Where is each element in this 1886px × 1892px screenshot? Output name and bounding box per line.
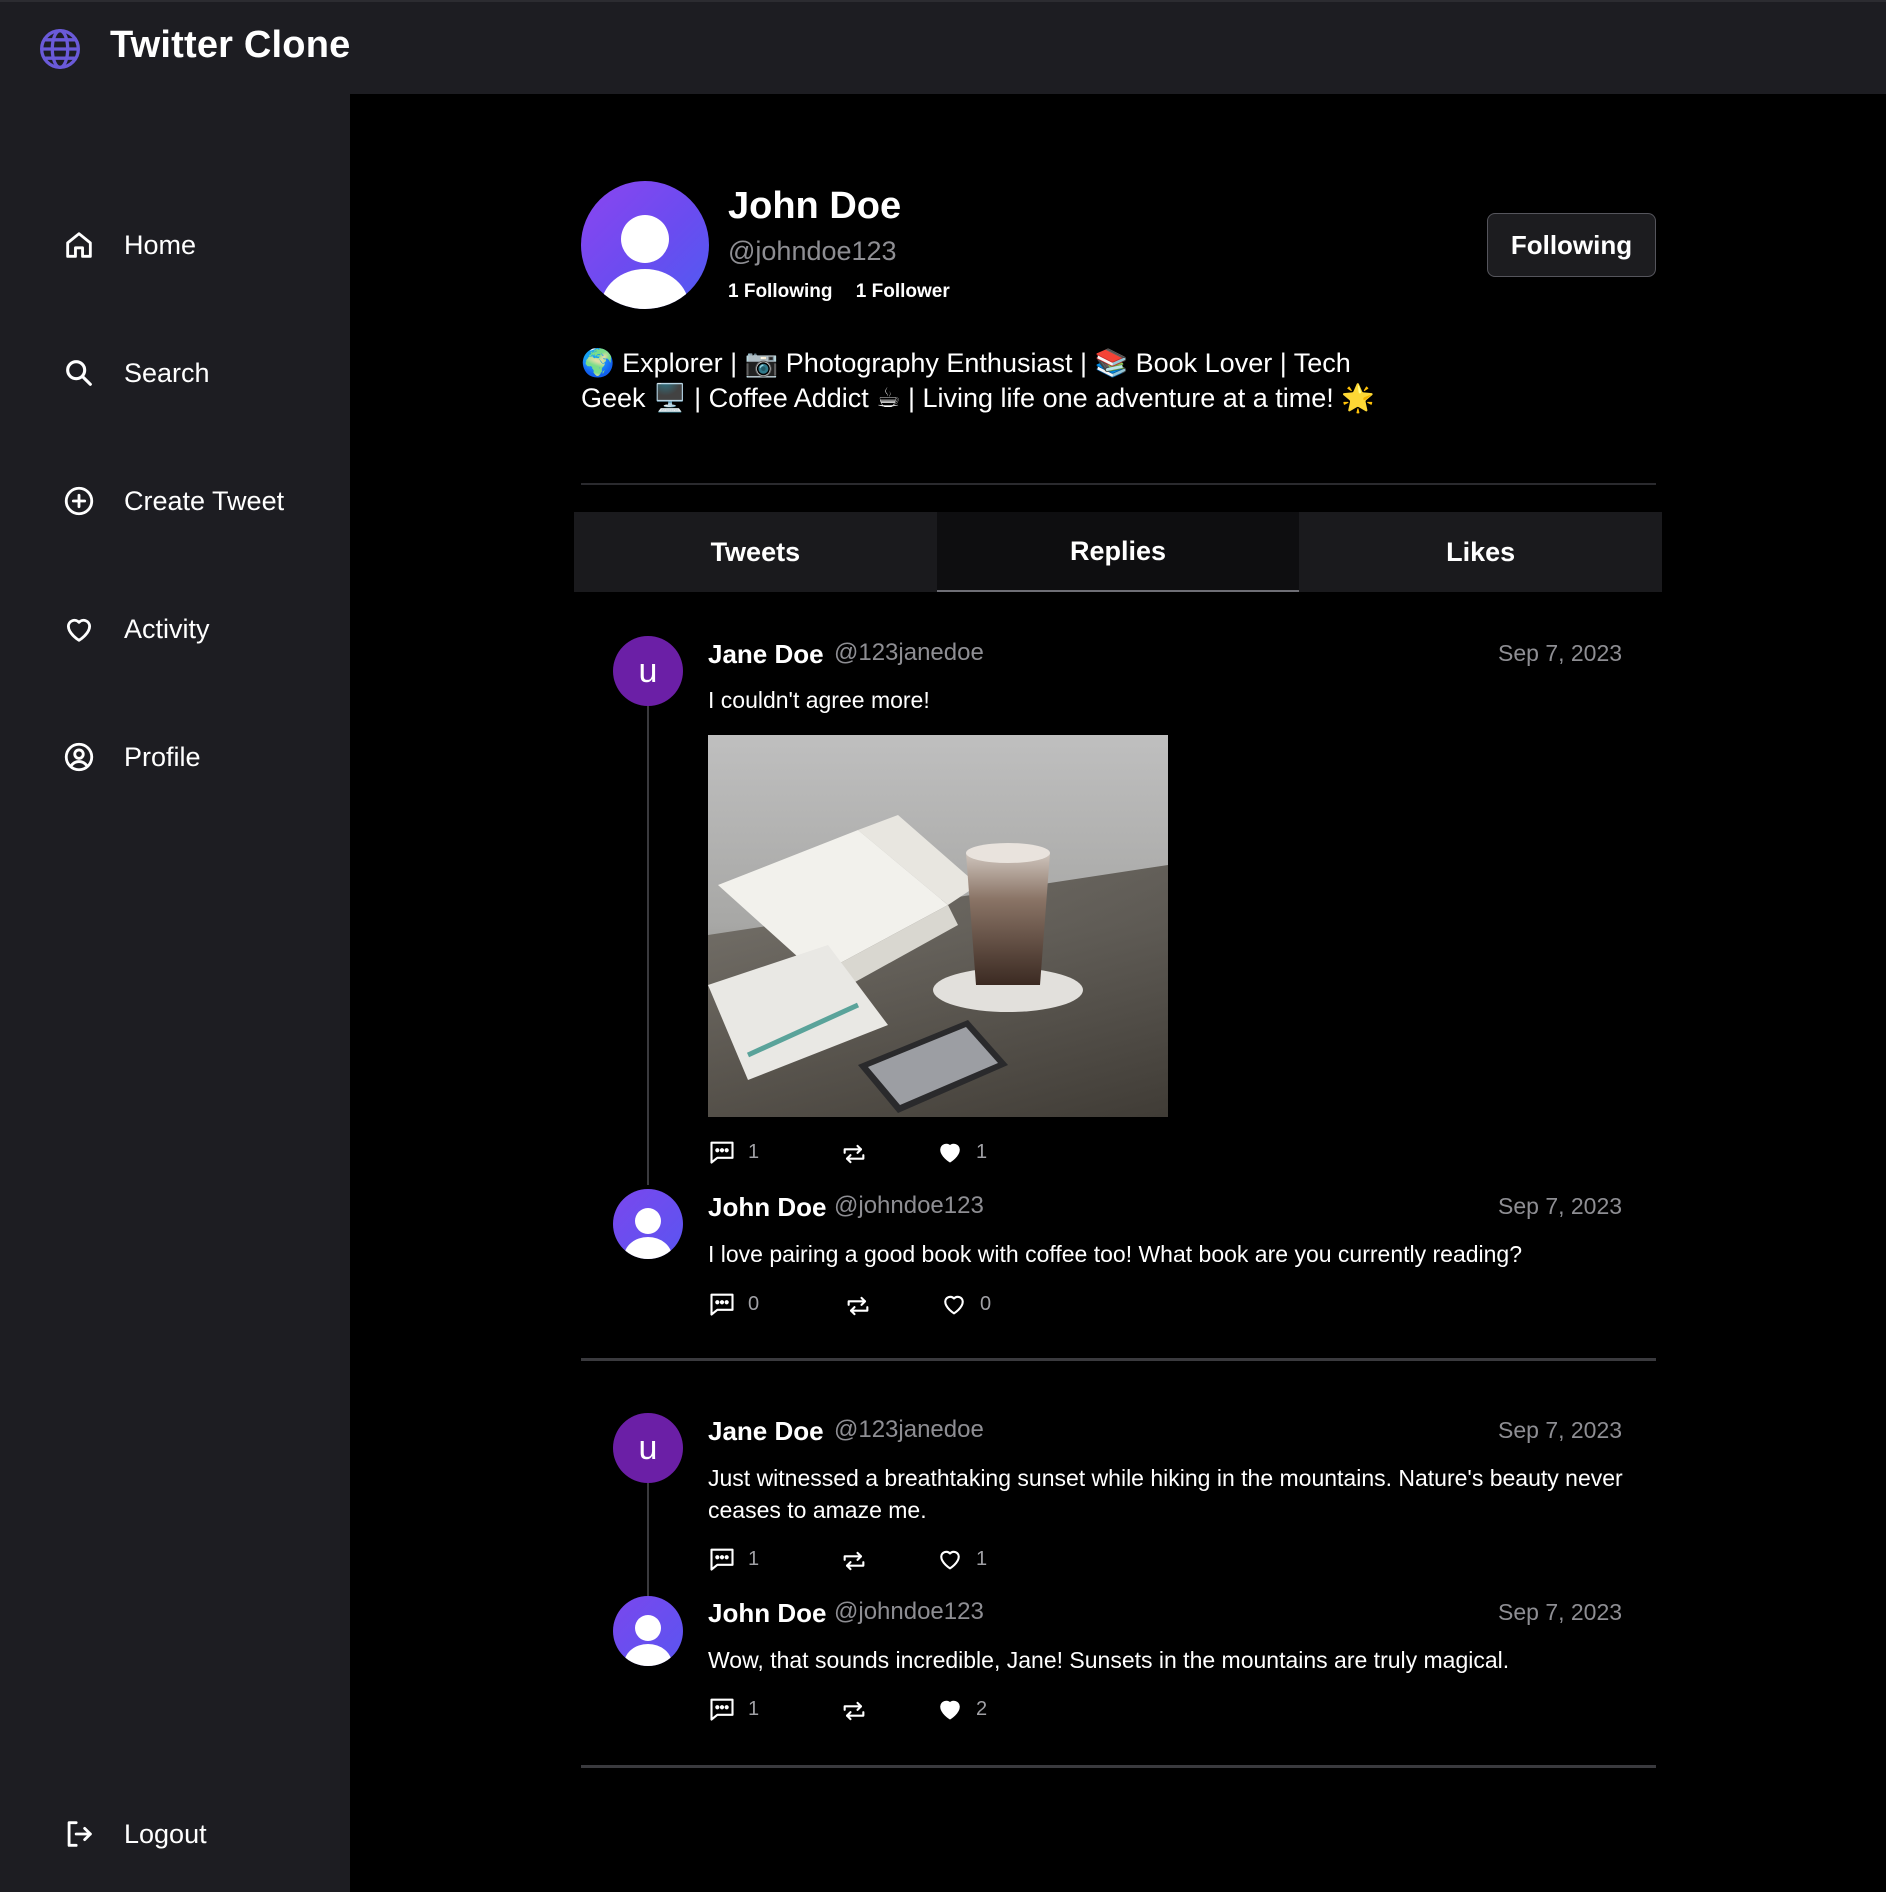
reply-author-handle[interactable]: @johndoe123: [834, 1192, 984, 1220]
following-count[interactable]: 1 Following: [728, 281, 833, 302]
heart-filled-icon: [940, 1700, 960, 1720]
reply-author-name[interactable]: John Doe: [708, 1598, 826, 1629]
app-title[interactable]: Twitter Clone: [110, 24, 350, 67]
user-avatar-icon: [601, 215, 689, 309]
tweet-date: Sep 7, 2023: [1498, 640, 1623, 666]
top-bar: Twitter Clone: [0, 0, 1886, 94]
divider: [581, 1765, 1656, 1768]
reply-action[interactable]: 1: [708, 1545, 759, 1573]
reply-text: Wow, that sounds incredible, Jane! Sunse…: [708, 1647, 1510, 1673]
sidebar-item-label: Activity: [124, 613, 210, 644]
tweet-author-handle[interactable]: @123janedoe: [834, 1416, 984, 1444]
reply-count: 1: [748, 1547, 760, 1570]
search-icon: [66, 360, 92, 386]
plus-circle-icon: [64, 486, 94, 516]
sidebar-item-activity[interactable]: Activity: [62, 609, 210, 649]
comment-icon: [710, 1141, 734, 1164]
bio-line: 🌍 Explorer | 📷 Photography Enthusiast | …: [581, 348, 1351, 378]
logout-icon: [67, 1821, 92, 1847]
reply-action[interactable]: 1: [708, 1138, 759, 1166]
avatar[interactable]: u: [613, 636, 683, 706]
profile-tabs: Tweets Replies Likes: [574, 512, 1662, 592]
thread-line: [647, 1482, 649, 1597]
reply-count: 1: [748, 1140, 760, 1163]
like-count: 1: [976, 1547, 988, 1570]
tweet-author-handle[interactable]: @123janedoe: [834, 639, 984, 667]
reply-count: 0: [748, 1292, 760, 1315]
user-circle-icon: [64, 742, 94, 772]
retweet-action[interactable]: [844, 1292, 872, 1320]
like-count: 1: [976, 1140, 988, 1163]
like-action[interactable]: 0: [940, 1290, 991, 1318]
comment-icon: [710, 1698, 734, 1721]
followers-count[interactable]: 1 Follower: [856, 281, 950, 302]
home-icon: [66, 232, 92, 258]
profile-name: John Doe: [728, 185, 902, 227]
like-count: 2: [976, 1697, 988, 1720]
profile-bio: 🌍 Explorer | 📷 Photography Enthusiast | …: [581, 346, 1401, 416]
tweet-text: Just witnessed a breathtaking sunset whi…: [708, 1465, 1623, 1523]
tweet-author-name[interactable]: Jane Doe: [708, 1416, 824, 1447]
profile-stats: 1 Following 1 Follower: [728, 281, 950, 303]
thread-line: [647, 705, 649, 1185]
profile-handle: @johndoe123: [728, 236, 897, 266]
tweet-image[interactable]: [708, 735, 1168, 1117]
tweet-text: I couldn't agree more!: [708, 687, 930, 713]
reply-date: Sep 7, 2023: [1498, 1193, 1623, 1219]
globe-icon[interactable]: [38, 27, 82, 71]
user-avatar-icon: [624, 1615, 672, 1666]
logout-button[interactable]: Logout: [62, 1814, 207, 1854]
sidebar-item-profile[interactable]: Profile: [62, 737, 201, 777]
retweet-action[interactable]: [840, 1547, 868, 1575]
sidebar-item-label: Create Tweet: [124, 485, 285, 516]
sidebar-item-label: Search: [124, 357, 210, 388]
tab-likes[interactable]: Likes: [1299, 512, 1662, 592]
like-count: 0: [980, 1292, 992, 1315]
sidebar-item-label: Home: [124, 229, 197, 260]
reply-action[interactable]: 0: [708, 1290, 759, 1318]
like-action[interactable]: 1: [936, 1545, 987, 1573]
heart-filled-icon: [940, 1143, 960, 1163]
retweet-icon: [843, 1701, 865, 1721]
divider: [581, 483, 1656, 485]
like-action[interactable]: 2: [936, 1695, 987, 1723]
coffee-book-photo: [708, 735, 1168, 1117]
following-button[interactable]: Following: [1487, 213, 1656, 277]
tweet-date: Sep 7, 2023: [1498, 1417, 1623, 1443]
retweet-icon: [843, 1144, 865, 1164]
bio-line: Geek 🖥️ | Coffee Addict ☕ | Living life …: [581, 383, 1375, 413]
retweet-action[interactable]: [840, 1140, 868, 1168]
sidebar-item-label: Profile: [124, 741, 201, 772]
divider: [581, 1358, 1656, 1361]
comment-icon: [710, 1293, 734, 1316]
retweet-icon: [847, 1296, 869, 1316]
reply-author-name[interactable]: John Doe: [708, 1192, 826, 1223]
avatar[interactable]: [613, 1189, 683, 1259]
user-avatar-icon: [624, 1208, 672, 1259]
avatar[interactable]: u: [613, 1413, 683, 1483]
comment-icon: [710, 1548, 734, 1571]
reply-text: I love pairing a good book with coffee t…: [708, 1241, 1523, 1267]
profile-avatar: [581, 181, 709, 309]
heart-icon: [66, 618, 92, 642]
reply-author-handle[interactable]: @johndoe123: [834, 1598, 984, 1626]
logout-label: Logout: [124, 1818, 207, 1849]
retweet-action[interactable]: [840, 1697, 868, 1725]
tab-tweets[interactable]: Tweets: [574, 512, 937, 592]
reply-date: Sep 7, 2023: [1498, 1599, 1623, 1625]
avatar[interactable]: [613, 1596, 683, 1666]
tweet-author-name[interactable]: Jane Doe: [708, 639, 824, 670]
reply-action[interactable]: 1: [708, 1695, 759, 1723]
reply-count: 1: [748, 1697, 760, 1720]
sidebar-item-search[interactable]: Search: [62, 353, 210, 393]
sidebar-item-home[interactable]: Home: [62, 225, 196, 265]
sidebar-item-create-tweet[interactable]: Create Tweet: [62, 481, 284, 521]
heart-icon: [944, 1295, 964, 1315]
sidebar: Home Search Create Tweet Activity Profil…: [0, 94, 350, 1892]
retweet-icon: [843, 1551, 865, 1571]
tab-replies[interactable]: Replies: [936, 512, 1300, 592]
like-action[interactable]: 1: [936, 1138, 987, 1166]
heart-icon: [940, 1550, 960, 1570]
